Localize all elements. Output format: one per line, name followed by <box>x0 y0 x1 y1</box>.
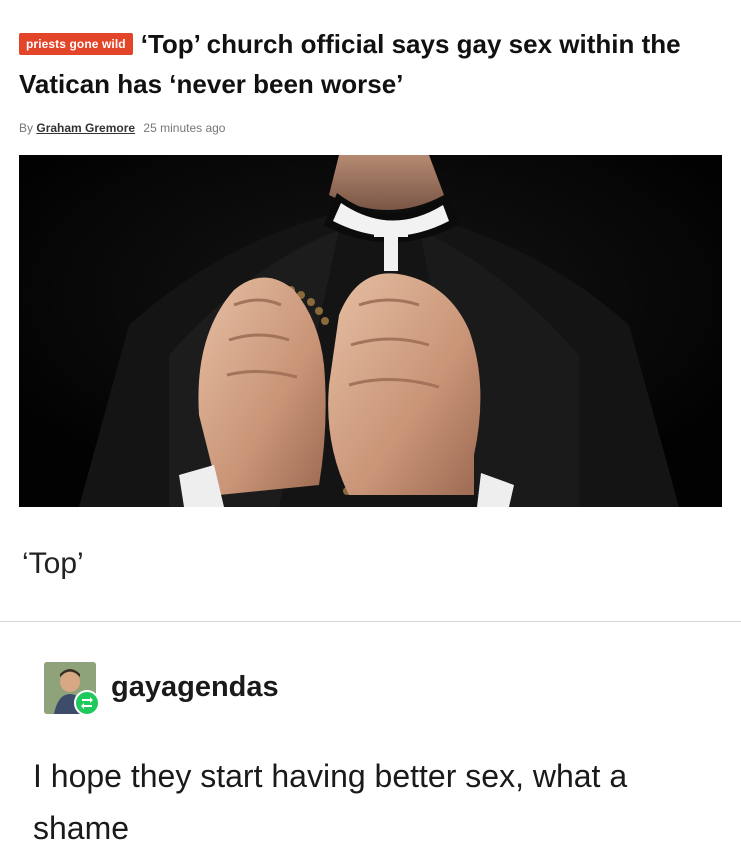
article-photo[interactable] <box>19 155 722 507</box>
post-caption: ‘Top’ <box>22 547 84 580</box>
reblog-comment: I hope they start having better sex, wha… <box>33 758 628 846</box>
reblog-header: gayagendas <box>44 662 444 718</box>
priest-hands-illustration <box>19 155 722 507</box>
byline: By Graham Gremore 25 minutes ago <box>19 121 225 135</box>
reblog-icon <box>74 690 100 716</box>
category-tag[interactable]: priests gone wild <box>19 33 133 55</box>
timestamp: 25 minutes ago <box>143 121 226 135</box>
reblog-username[interactable]: gayagendas <box>111 671 279 704</box>
post-divider <box>0 621 741 622</box>
author-link[interactable]: Graham Gremore <box>36 121 135 135</box>
article-headline[interactable]: priests gone wild ‘Top’ church official s… <box>19 24 719 104</box>
byline-prefix: By <box>19 121 34 135</box>
